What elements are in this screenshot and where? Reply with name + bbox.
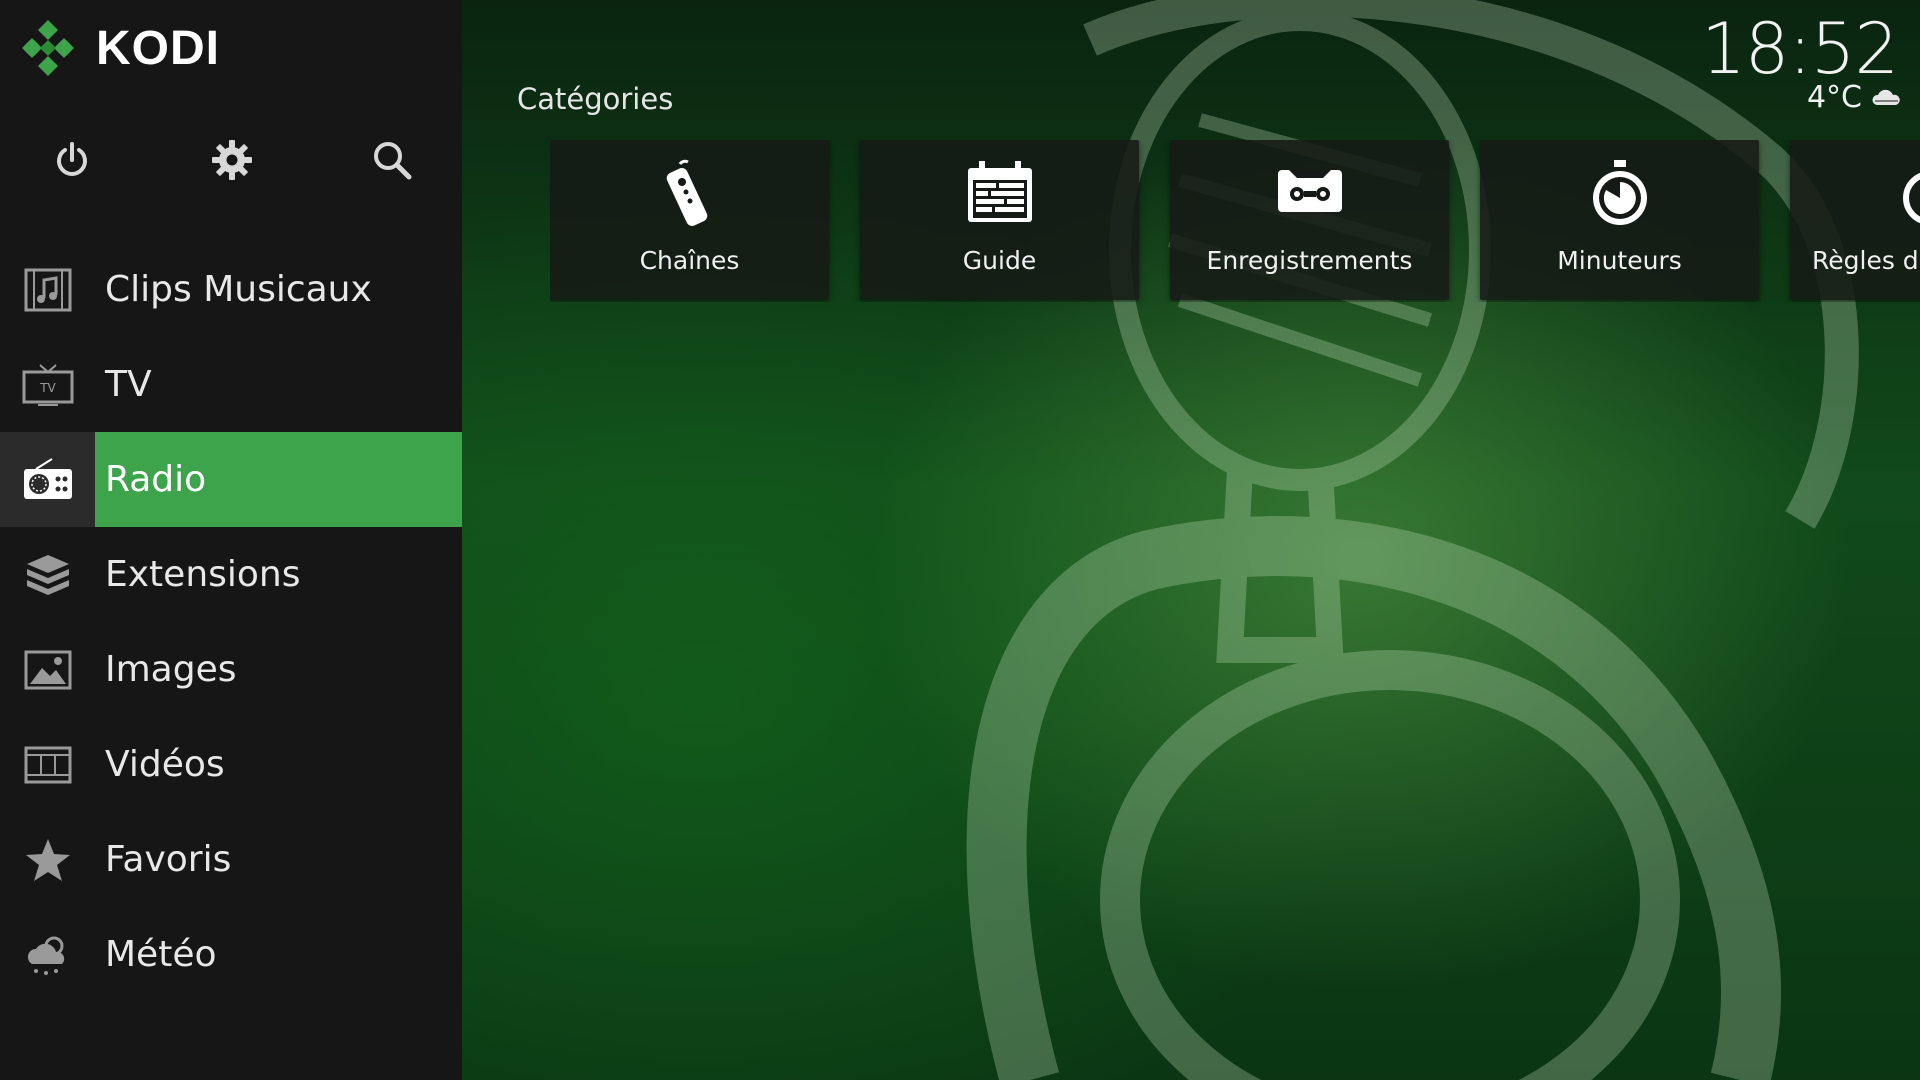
menu-item-weather[interactable]: Météo [0,907,462,1002]
tile-label: Enregistrements [1206,246,1413,275]
tile-label: Guide [962,246,1037,275]
settings-button[interactable] [202,130,262,190]
addons-box-icon [26,554,69,595]
radio-icon [23,457,72,499]
search-button[interactable] [362,130,422,190]
menu-item-label: Clips Musicaux [105,269,372,310]
power-icon [57,142,87,176]
tile-channels[interactable]: Chaînes [550,140,829,300]
calendar-guide-icon [967,161,1032,222]
category-tiles: Chaînes Guide Enregistrements Minuteurs … [550,140,1920,302]
pictures-icon [24,650,71,689]
tile-recordings[interactable]: Enregistrements [1170,140,1449,300]
app-name: KODI [96,21,220,75]
star-icon [25,838,70,881]
section-title: Catégories [517,82,674,116]
menu-item-label: Vidéos [105,744,225,785]
stopwatch-icon [1592,160,1647,225]
music-video-icon [24,268,71,311]
tile-label: Chaînes [639,246,740,275]
tile-timer-rules[interactable]: Règles de [1790,140,1920,300]
remote-control-icon [666,159,707,226]
menu-item-music-videos[interactable]: Clips Musicaux [0,242,462,337]
menu-item-label: Radio [105,459,207,500]
timer-rules-icon [1903,172,1920,224]
menu-item-videos[interactable]: Vidéos [0,717,462,812]
search-icon [374,142,412,180]
menu-item-label: Favoris [105,839,232,880]
menu-item-label: Météo [105,934,217,975]
film-strip-icon [24,746,71,783]
kodi-logo-icon [22,20,74,76]
cloud-icon [1872,89,1900,105]
menu-item-label: Extensions [105,554,301,595]
tv-icon: TV [22,363,73,406]
sidebar: KODI Clips Musicaux TV TV Radio Extensio… [0,0,462,1080]
weather-status[interactable]: 4°C [1807,80,1900,115]
top-actions [0,130,462,190]
menu-item-radio[interactable]: Radio [0,432,462,527]
menu-item-tv[interactable]: TV TV [0,337,462,432]
power-button[interactable] [42,130,102,190]
kodi-logo[interactable]: KODI [18,18,220,78]
menu-item-label: TV [105,364,152,405]
menu-item-pictures[interactable]: Images [0,622,462,717]
tile-label: Minuteurs [1557,246,1682,275]
recording-tape-icon [1277,170,1342,212]
tile-label: Règles de [1812,246,1920,275]
clock-time: 18:52 [1701,8,1899,90]
menu-item-addons[interactable]: Extensions [0,527,462,622]
settings-icon [212,140,252,180]
temperature: 4°C [1806,80,1862,115]
svg-text:TV: TV [39,381,56,395]
tile-timers[interactable]: Minuteurs [1480,140,1759,300]
menu-item-label: Images [105,649,237,690]
weather-cloud-icon [27,936,64,975]
tile-guide[interactable]: Guide [860,140,1139,300]
menu-item-favourites[interactable]: Favoris [0,812,462,907]
main-menu: Clips Musicaux TV TV Radio Extensions Im… [0,242,462,1002]
